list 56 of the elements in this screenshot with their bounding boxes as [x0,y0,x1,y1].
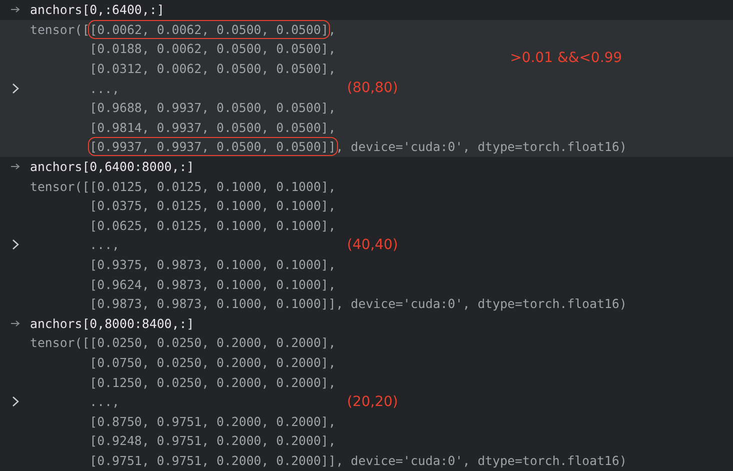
output-code: , [328,335,336,350]
output-code: [0.0375, 0.0125, 0.1000, 0.1000] [90,198,328,214]
highlighted-output-code: [0.9937, 0.9937, 0.0500, 0.0500]] [90,139,336,154]
output-code: , [328,276,336,292]
output-code: , [328,414,336,429]
output-code: [0.9873, 0.9873, 0.1000, 0.1000]] [90,296,336,312]
output-code: , [328,218,336,233]
output-code: , [328,374,336,390]
annotation-text: (80,80) [347,80,400,96]
output-code: [0.9375, 0.9873, 0.1000, 0.1000] [90,257,328,272]
output-code: ..., [90,237,120,252]
output-code: [0.8750, 0.9751, 0.2000, 0.2000] [90,414,328,429]
output-code: [0.9814, 0.9937, 0.0500, 0.0500] [90,120,328,135]
output-code: , [328,100,336,116]
output-code: [0.0750, 0.0250, 0.2000, 0.2000] [90,354,328,370]
chevron-right-icon[interactable] [12,239,18,250]
output-code: tensor([ [30,178,90,194]
output-code: , [328,198,336,214]
output-code: , device='cuda:0', dtype=torch.float16) [336,296,627,312]
annotation-text: (20,20) [347,394,400,410]
input-code: anchors[0,:6400,:] [30,2,166,18]
output-code: [0.9248, 0.9751, 0.2000, 0.2000] [90,433,328,448]
output-code: ..., [90,394,120,410]
input-code: anchors[0,8000:8400,:] [30,316,196,331]
chevron-right-icon[interactable] [12,396,18,408]
output-code: , [328,433,336,448]
output-code: tensor([ [30,335,90,350]
annotation-text: >0.01 &&<0.99 [510,50,622,66]
output-code: [0.9751, 0.9751, 0.2000, 0.2000]] [90,452,336,468]
output-code: , [328,178,336,194]
output-code: [0.9624, 0.9873, 0.1000, 0.1000] [90,276,328,292]
arrow-icon [10,320,20,327]
output-code: , [328,61,336,76]
output-code: tensor([ [30,22,90,37]
highlighted-output-code: [0.0062, 0.0062, 0.0500, 0.0500] [90,22,328,37]
output-code: [0.0125, 0.0125, 0.1000, 0.1000] [90,178,328,194]
output-code: [0.0312, 0.0062, 0.0500, 0.0500] [90,61,328,76]
output-code: [0.0625, 0.0125, 0.1000, 0.1000] [90,218,328,233]
annotation-text: (40,40) [347,236,400,253]
output-code: [0.0250, 0.0250, 0.2000, 0.2000] [90,335,328,350]
output-code: [0.0188, 0.0062, 0.0500, 0.0500] [90,41,328,56]
output-code: , [328,41,336,56]
output-code: , [328,120,336,135]
input-code: anchors[0,6400:8000,:] [30,159,196,174]
output-code: , device='cuda:0', dtype=torch.float16) [336,452,627,468]
output-code: , [328,354,336,370]
output-code: , device='cuda:0', dtype=torch.float16) [336,139,627,154]
arrow-icon [10,163,20,170]
output-code: , [328,22,336,37]
output-block[interactable] [0,20,733,157]
chevron-right-icon[interactable] [12,82,18,94]
output-code: ..., [90,80,120,96]
output-code: [0.9688, 0.9937, 0.0500, 0.0500] [90,100,328,116]
output-code: [0.1250, 0.0250, 0.2000, 0.2000] [90,374,328,390]
arrow-icon [10,6,20,14]
output-code: , [328,257,336,272]
